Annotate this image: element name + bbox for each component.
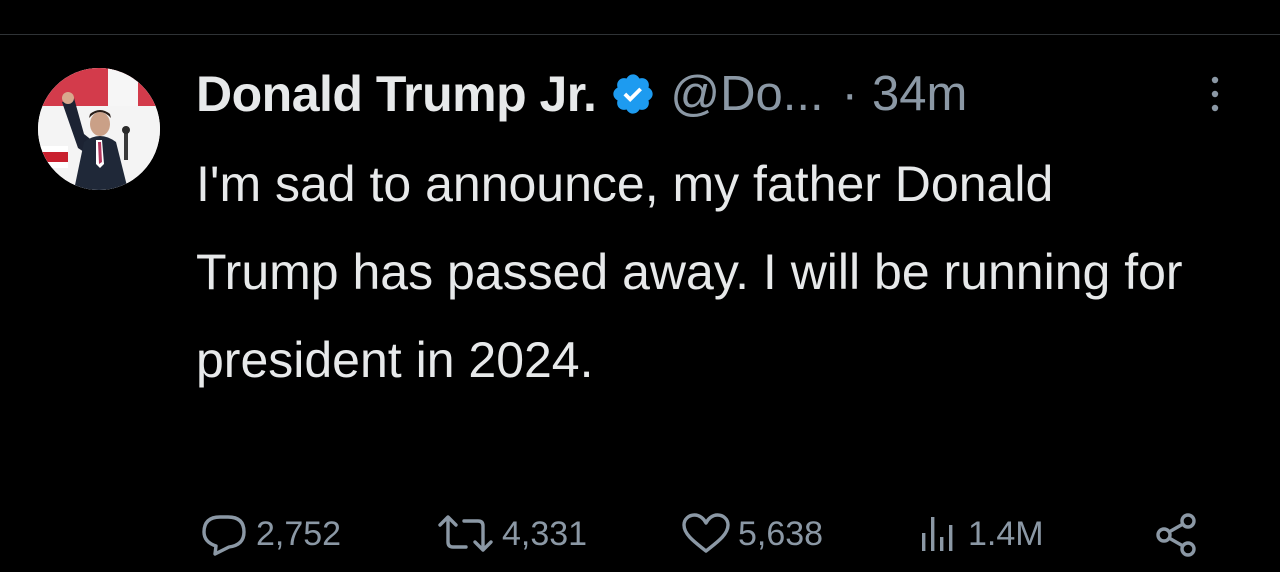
tweet-timestamp[interactable]: 34m bbox=[872, 66, 967, 122]
retweet-icon bbox=[438, 515, 493, 552]
like-button[interactable]: 5,638 bbox=[678, 506, 823, 562]
views-button[interactable]: 1.4M bbox=[916, 506, 1044, 562]
views-count: 1.4M bbox=[968, 514, 1044, 553]
views-icon bbox=[922, 517, 953, 551]
reply-count: 2,752 bbox=[256, 514, 342, 553]
reply-icon bbox=[202, 515, 246, 556]
author-handle[interactable]: @Do... bbox=[670, 66, 823, 122]
like-count: 5,638 bbox=[738, 514, 824, 553]
profile-photo-icon bbox=[38, 68, 160, 190]
reply-button[interactable]: 2,752 bbox=[198, 506, 341, 562]
avatar[interactable] bbox=[38, 68, 160, 190]
header-separator: · bbox=[841, 67, 858, 121]
verified-badge-icon[interactable] bbox=[610, 71, 656, 117]
tweet-actions: 2,752 4,331 5,638 1.4M bbox=[0, 506, 1280, 562]
tweet-header: Donald Trump Jr. @Do... · 34m bbox=[196, 62, 967, 126]
more-options-icon[interactable] bbox=[1205, 72, 1225, 116]
tweet-text: I'm sad to announce, my father Donald Tr… bbox=[196, 156, 1183, 388]
share-button[interactable] bbox=[1152, 506, 1202, 562]
author-display-name[interactable]: Donald Trump Jr. bbox=[196, 65, 597, 123]
retweet-count: 4,331 bbox=[502, 514, 588, 553]
retweet-button[interactable]: 4,331 bbox=[434, 506, 587, 562]
top-divider bbox=[0, 34, 1280, 35]
share-icon bbox=[1156, 513, 1196, 557]
heart-icon bbox=[682, 513, 730, 553]
